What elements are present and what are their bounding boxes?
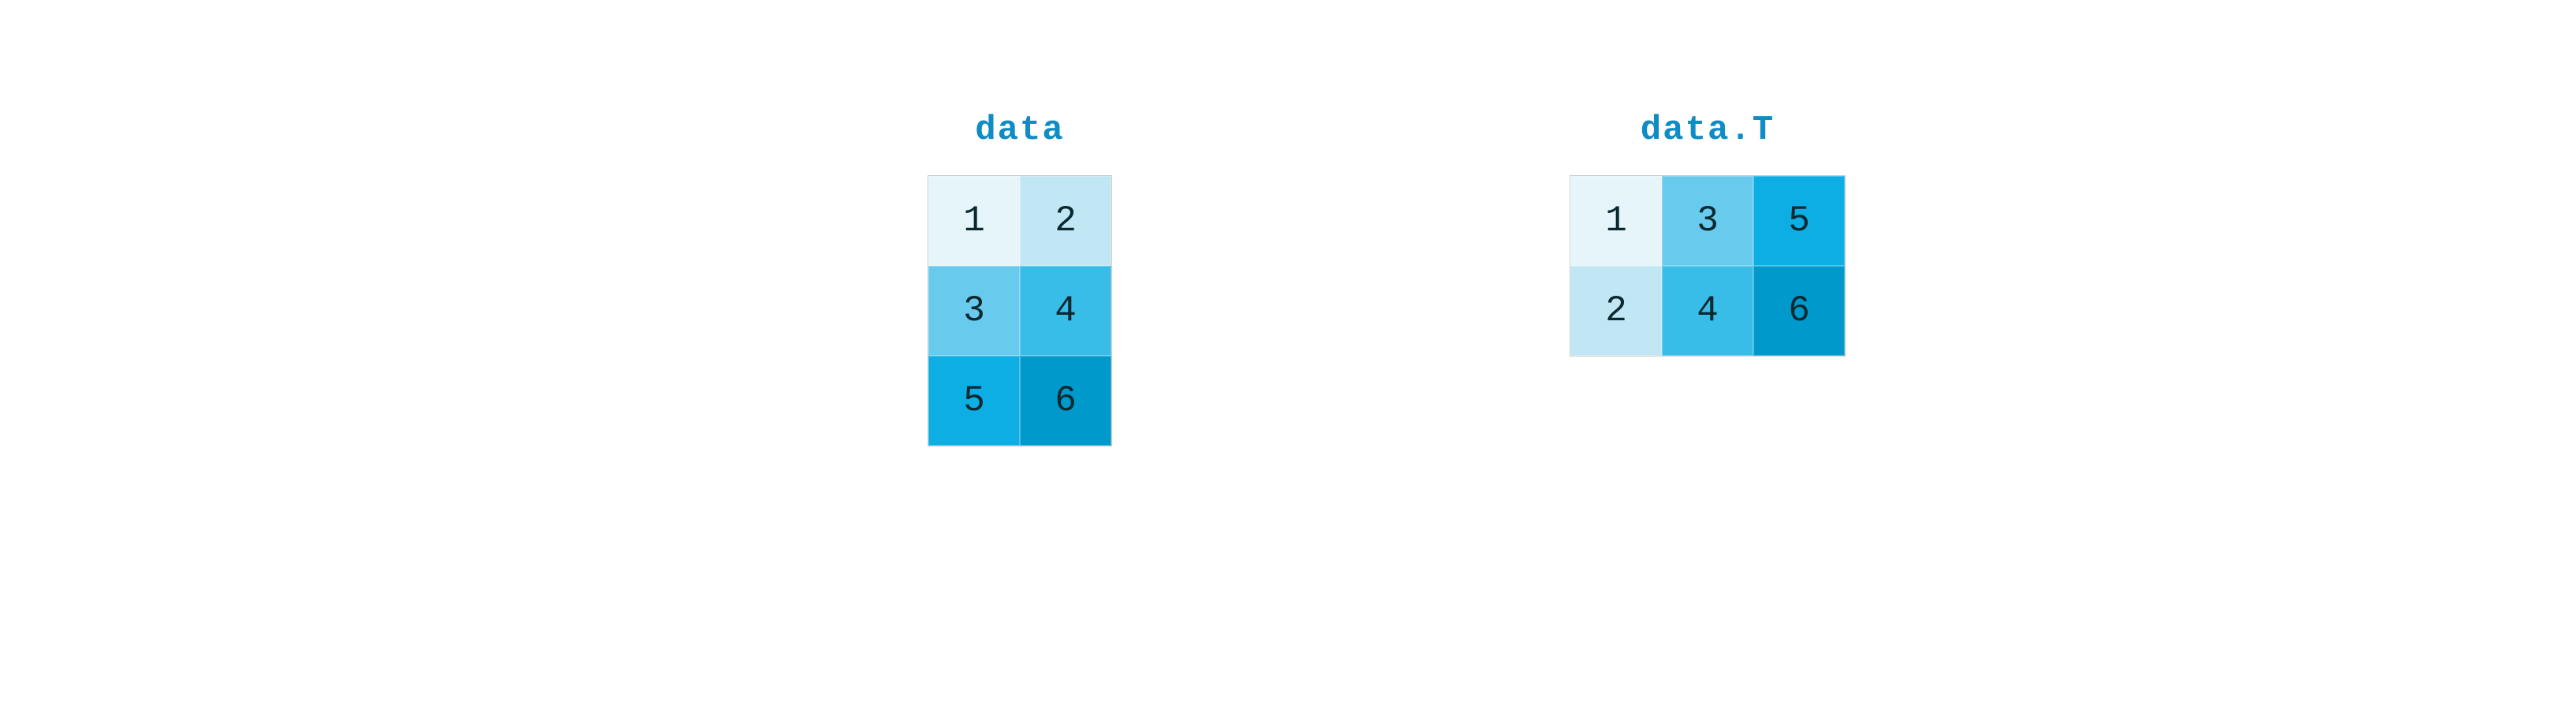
grid-data: 1 2 3 4 5 6 (928, 175, 1112, 446)
diagram-container: data 1 2 3 4 5 6 data.T 1 3 5 2 4 6 (0, 0, 2576, 446)
cell: 1 (928, 176, 1020, 266)
cell: 2 (1020, 176, 1111, 266)
grid-data-t: 1 3 5 2 4 6 (1570, 175, 1846, 357)
title-data: data (975, 110, 1065, 150)
cell: 5 (928, 356, 1020, 446)
cell: 3 (1662, 176, 1753, 266)
panel-data-t: data.T 1 3 5 2 4 6 (1570, 110, 1846, 357)
title-data-t: data.T (1641, 110, 1775, 150)
panel-data: data 1 2 3 4 5 6 (928, 110, 1112, 446)
cell: 4 (1662, 266, 1753, 356)
cell: 2 (1570, 266, 1662, 356)
cell: 5 (1753, 176, 1845, 266)
cell: 6 (1020, 356, 1111, 446)
cell: 4 (1020, 266, 1111, 356)
cell: 3 (928, 266, 1020, 356)
cell: 6 (1753, 266, 1845, 356)
cell: 1 (1570, 176, 1662, 266)
